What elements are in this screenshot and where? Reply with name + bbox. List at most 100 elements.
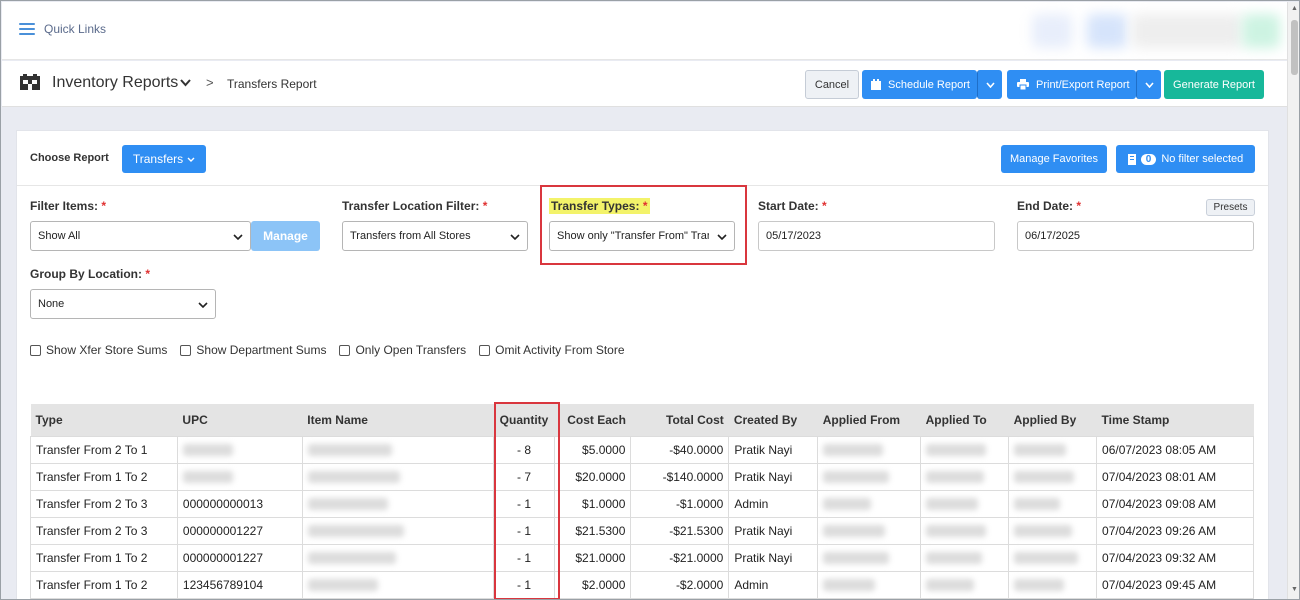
- table-cell: [817, 489, 922, 518]
- print-export-button[interactable]: Print/Export Report: [1007, 70, 1136, 99]
- presets-button[interactable]: Presets: [1206, 199, 1255, 216]
- redacted-value: [823, 552, 890, 565]
- app-window: Quick Links Inventory Reports > Transfer…: [0, 0, 1300, 600]
- redacted-value: [1014, 498, 1061, 511]
- column-header[interactable]: Type: [30, 404, 178, 436]
- redacted-value: [307, 552, 396, 565]
- calendar-icon: [871, 79, 881, 90]
- table-cell: [1008, 543, 1098, 572]
- chevron-down-icon: [187, 157, 195, 162]
- report-type-label: Transfers: [132, 152, 184, 166]
- table-row[interactable]: Transfer From 2 To 3 000000001227- 1 $21.5…: [30, 516, 1254, 545]
- redacted-value: [307, 579, 378, 592]
- table-cell: [301, 489, 494, 518]
- table-cell: Transfer From 2 To 1: [30, 435, 178, 464]
- group-by-location-select[interactable]: None: [30, 289, 216, 319]
- table-row[interactable]: Transfer From 2 To 1- 8 $5.0000 -$40.0000 P…: [30, 435, 1254, 464]
- table-cell: [1008, 462, 1098, 491]
- table-cell: -$2.0000: [630, 570, 730, 599]
- scrollbar-thumb[interactable]: [1291, 20, 1298, 75]
- checkbox-box[interactable]: [479, 344, 491, 356]
- table-cell: 07/04/2023 09:08 AM: [1096, 489, 1254, 518]
- schedule-report-dropdown[interactable]: [977, 70, 1002, 99]
- highlight-transfer-types: [540, 185, 747, 265]
- transfer-location-label: Transfer Location Filter: *: [342, 199, 488, 213]
- table-cell: Pratik Nayi: [728, 462, 819, 491]
- column-header[interactable]: Applied By: [1008, 404, 1097, 436]
- checkbox-box[interactable]: [339, 344, 351, 356]
- table-cell: [176, 462, 303, 491]
- top-bar: Quick Links: [2, 2, 1287, 60]
- table-cell: Transfer From 2 To 3: [30, 489, 178, 518]
- table-cell: 06/07/2023 08:05 AM: [1096, 435, 1254, 464]
- redacted-value: [926, 579, 975, 592]
- table-cell: Transfer From 1 To 2: [30, 570, 178, 599]
- breadcrumb: Transfers Report: [227, 77, 317, 91]
- table-cell: [301, 570, 494, 599]
- table-row[interactable]: Transfer From 1 To 2- 7 $20.0000 -$140.000…: [30, 462, 1254, 491]
- checkbox-only-open-transfers[interactable]: Only Open Transfers: [339, 343, 466, 357]
- report-type-dropdown[interactable]: Transfers: [122, 145, 206, 173]
- table-cell: -$1.0000: [630, 489, 730, 518]
- start-date-input[interactable]: 05/17/2023: [758, 221, 995, 251]
- highlight-quantity-column: [494, 402, 560, 599]
- table-cell: -$40.0000: [630, 435, 730, 464]
- cancel-button[interactable]: Cancel: [805, 70, 859, 99]
- redacted-value: [926, 498, 979, 511]
- page-title[interactable]: Inventory Reports: [52, 74, 178, 92]
- table-cell: 000000001227: [176, 543, 303, 572]
- manage-favorites-button[interactable]: Manage Favorites: [1001, 145, 1107, 173]
- scroll-down-icon[interactable]: ▼: [1291, 586, 1298, 593]
- table-cell: 000000000013: [176, 489, 303, 518]
- table-cell: -$21.0000: [630, 543, 730, 572]
- table-row[interactable]: Transfer From 1 To 2 000000001227- 1 $21.0…: [30, 543, 1254, 572]
- column-header[interactable]: Time Stamp: [1096, 404, 1254, 436]
- column-header[interactable]: Cost Each: [554, 404, 631, 436]
- manage-button[interactable]: Manage: [251, 221, 320, 251]
- checkbox-box[interactable]: [180, 344, 192, 356]
- quick-links[interactable]: Quick Links: [19, 22, 106, 36]
- quick-links-label: Quick Links: [44, 22, 107, 36]
- end-date-label: End Date: *: [1017, 199, 1082, 213]
- table-cell: Admin: [728, 570, 819, 599]
- chevron-down-icon[interactable]: [180, 75, 191, 90]
- redacted-value: [1014, 444, 1067, 457]
- choose-report-label: Choose Report: [30, 152, 109, 164]
- end-date-input[interactable]: 06/17/2025: [1017, 221, 1254, 251]
- report-options: Show Xfer Store Sums Show Department Sum…: [30, 343, 625, 357]
- table-cell: $2.0000: [554, 570, 632, 599]
- scroll-up-icon[interactable]: ▲: [1291, 5, 1298, 12]
- filter-items-select[interactable]: Show All: [30, 221, 251, 251]
- redacted-value: [823, 444, 884, 457]
- table-cell: [920, 435, 1010, 464]
- print-export-dropdown[interactable]: [1136, 70, 1161, 99]
- column-header[interactable]: Total Cost: [630, 404, 729, 436]
- column-header[interactable]: UPC: [177, 404, 303, 436]
- transfer-location-select[interactable]: Transfers from All Stores: [342, 221, 528, 251]
- column-header[interactable]: Applied From: [817, 404, 921, 436]
- checkbox-show-department-sums[interactable]: Show Department Sums: [180, 343, 326, 357]
- column-header[interactable]: Created By: [728, 404, 818, 436]
- redacted-value: [182, 444, 233, 457]
- redacted-value: [926, 552, 983, 565]
- table-cell: -$21.5300: [630, 516, 730, 545]
- column-header[interactable]: Item Name: [302, 404, 494, 436]
- print-export-label: Print/Export Report: [1036, 78, 1130, 91]
- generate-report-button[interactable]: Generate Report: [1164, 70, 1264, 99]
- checkbox-show-xfer-store-sums[interactable]: Show Xfer Store Sums: [30, 343, 167, 357]
- table-cell: [301, 516, 494, 545]
- schedule-report-button[interactable]: Schedule Report: [862, 70, 977, 99]
- checkbox-box[interactable]: [30, 344, 41, 356]
- blurred-user-area: [1032, 14, 1072, 48]
- vertical-scrollbar[interactable]: ▲ ▼: [1287, 2, 1299, 599]
- table-cell: $5.0000: [554, 435, 632, 464]
- table-row[interactable]: Transfer From 1 To 2 123456789104- 1 $2.00…: [30, 570, 1254, 599]
- table-row[interactable]: Transfer From 2 To 3 000000000013- 1 $1.00…: [30, 489, 1254, 518]
- report-panel: Choose Report Transfers Manage Favorites…: [16, 130, 1269, 599]
- column-header[interactable]: Applied To: [920, 404, 1009, 436]
- redacted-value: [926, 525, 987, 538]
- checkbox-omit-activity-from-store[interactable]: Omit Activity From Store: [479, 343, 625, 357]
- redacted-value: [182, 471, 233, 484]
- filter-status-button[interactable]: 0 No filter selected: [1116, 145, 1255, 173]
- redacted-value: [307, 444, 392, 457]
